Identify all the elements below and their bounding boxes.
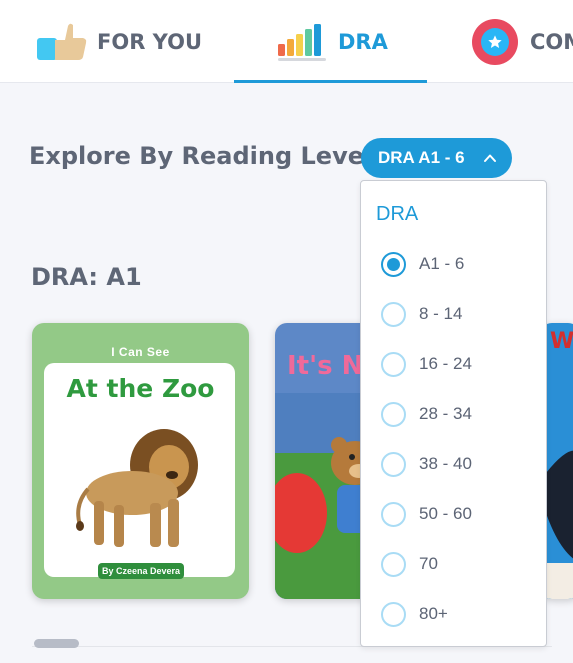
tab-dra-label: DRA (338, 29, 388, 54)
active-tab-indicator (234, 80, 427, 83)
book-title: W (550, 329, 573, 354)
radio-selected-dot (387, 257, 400, 271)
radio-button[interactable] (381, 401, 406, 427)
tab-for-you-label: FOR YOU (97, 29, 203, 54)
reading-level-dropdown-menu: DRA A1 - 6 8 - 14 16 - 24 28 - 34 38 - 40 50 … (360, 180, 547, 647)
reading-level-option-label: 50 - 60 (419, 504, 472, 523)
reading-level-option[interactable]: 16 - 24 (381, 349, 541, 379)
reading-level-option[interactable]: 70 (381, 549, 541, 579)
thumbs-up-icon (37, 22, 89, 62)
reading-level-option[interactable]: 38 - 40 (381, 449, 541, 479)
explore-label: Explore By Reading Level: (29, 142, 382, 170)
reading-level-option-label: 70 (419, 554, 438, 573)
top-tab-bar: FOR YOU DRA COM (0, 0, 573, 83)
tab-for-you[interactable]: FOR YOU (37, 0, 202, 83)
book-card[interactable]: I Can See At the Zoo By Czeena Devera (32, 323, 249, 599)
star-badge-icon (472, 18, 518, 65)
reading-level-option[interactable]: A1 - 6 (381, 249, 541, 279)
reading-level-option[interactable]: 80+ (381, 599, 541, 629)
section-title: DRA: A1 (31, 263, 142, 291)
bar-chart-icon (276, 22, 328, 62)
chevron-up-icon (483, 154, 496, 162)
radio-button[interactable] (381, 451, 406, 477)
reading-level-option[interactable]: 28 - 34 (381, 399, 541, 429)
reading-level-dropdown-button[interactable]: DRA A1 - 6 (361, 138, 512, 178)
dropdown-header: DRA (376, 203, 419, 225)
book-author: By Czeena Devera (98, 563, 184, 579)
lion-illustration (76, 429, 198, 547)
radio-button[interactable] (381, 351, 406, 377)
reading-level-selected: DRA A1 - 6 (378, 148, 465, 167)
tab-dra[interactable]: DRA (276, 0, 388, 83)
reading-level-option[interactable]: 8 - 14 (381, 299, 541, 329)
book-series: I Can See (111, 345, 170, 359)
radio-button[interactable] (381, 501, 406, 527)
radio-button[interactable] (381, 251, 406, 277)
reading-level-option-label: 28 - 34 (419, 404, 472, 423)
book-title: It's N (287, 351, 364, 381)
reading-level-option-label: 38 - 40 (419, 454, 472, 473)
radio-button[interactable] (381, 551, 406, 577)
book-title: At the Zoo (66, 374, 215, 403)
radio-button[interactable] (381, 601, 406, 627)
reading-level-option-label: A1 - 6 (419, 254, 465, 273)
carousel-scrollbar-thumb[interactable] (34, 639, 79, 648)
reading-level-option[interactable]: 50 - 60 (381, 499, 541, 529)
reading-level-option-label: 80+ (419, 604, 448, 623)
reading-level-option-label: 16 - 24 (419, 354, 472, 373)
reading-level-option-label: 8 - 14 (419, 304, 463, 323)
tab-community-label: COM (530, 29, 573, 54)
tab-community[interactable]: COM (472, 0, 573, 83)
radio-button[interactable] (381, 301, 406, 327)
